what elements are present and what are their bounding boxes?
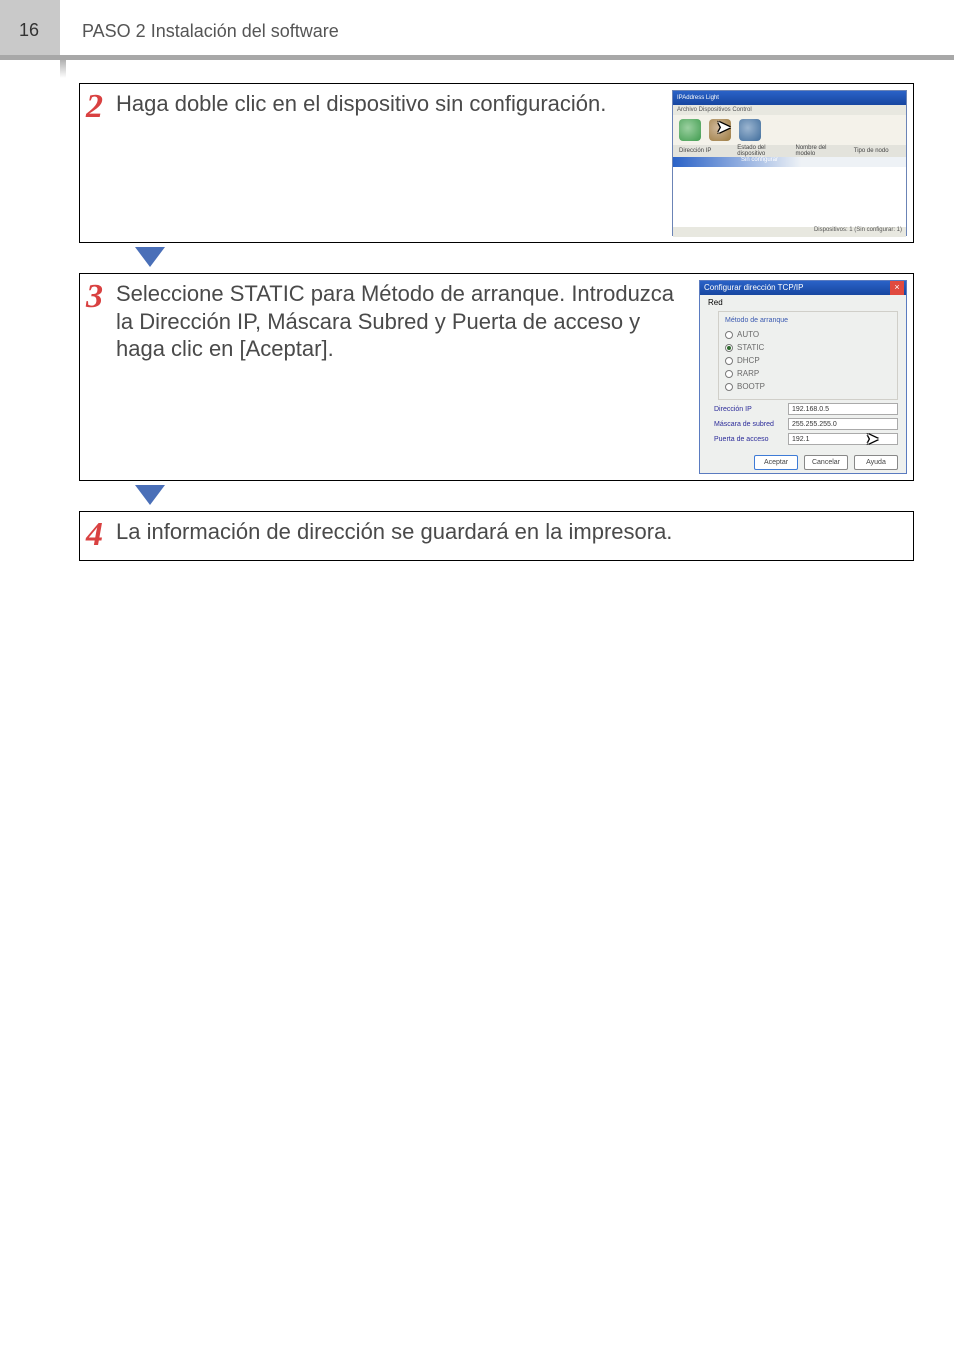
header-rule bbox=[0, 55, 954, 60]
radio-static[interactable]: STATIC bbox=[725, 341, 891, 354]
ip-label: Dirección IP bbox=[714, 406, 788, 413]
radio-auto[interactable]: AUTO bbox=[725, 328, 891, 341]
mask-input[interactable]: 255.255.255.0 bbox=[788, 418, 898, 430]
cursor-icon: ➤ bbox=[716, 117, 731, 138]
dialog-close-icon[interactable]: × bbox=[890, 281, 904, 295]
cursor-icon: ➤ bbox=[866, 434, 879, 446]
down-arrow-icon bbox=[135, 485, 165, 507]
step-2-num: 2 bbox=[80, 84, 116, 126]
content: 2 Haga doble clic en el dispositivo sin … bbox=[79, 83, 914, 561]
mask-row: Máscara de subred 255.255.255.0 bbox=[714, 418, 898, 430]
radio-dhcp[interactable]: DHCP bbox=[725, 354, 891, 367]
tab-shadow bbox=[60, 58, 66, 78]
arrow-sep-1 bbox=[79, 243, 914, 273]
accept-button[interactable]: Aceptar bbox=[754, 455, 798, 470]
step-2-thumb-wrap: IPAddress Light Archivo Dispositivos Con… bbox=[666, 84, 913, 242]
toolbar-refresh-icon bbox=[679, 119, 701, 141]
app-toolbar bbox=[673, 115, 906, 145]
gw-row: Puerta de acceso 192.1➤ bbox=[714, 433, 898, 445]
radio-bootp[interactable]: BOOTP bbox=[725, 380, 891, 393]
page-number: 16 bbox=[19, 20, 39, 41]
step-4-num: 4 bbox=[80, 512, 116, 554]
tcpip-dialog: Configurar dirección TCP/IP × Red Método… bbox=[699, 280, 907, 474]
step-2-text: Haga doble clic en el dispositivo sin co… bbox=[116, 84, 666, 128]
fieldset-legend: Método de arranque bbox=[725, 316, 891, 326]
app-status: Dispositivos: 1 (Sin configurar: 1) bbox=[673, 227, 906, 237]
app-title: IPAddress Light bbox=[673, 91, 906, 105]
dialog-buttons: Aceptar Cancelar Ayuda bbox=[700, 455, 898, 470]
app-columns: Dirección IP Estado del dispositivo Nomb… bbox=[673, 145, 906, 157]
cancel-button[interactable]: Cancelar bbox=[804, 455, 848, 470]
down-arrow-icon bbox=[135, 247, 165, 269]
step-4-text: La información de dirección se guardará … bbox=[116, 512, 913, 556]
step-3-thumb-wrap: Configurar dirección TCP/IP × Red Método… bbox=[693, 274, 913, 480]
app-thumbnail: IPAddress Light Archivo Dispositivos Con… bbox=[672, 90, 907, 236]
gw-input[interactable]: 192.1➤ bbox=[788, 433, 898, 445]
help-button[interactable]: Ayuda bbox=[854, 455, 898, 470]
step-3-num: 3 bbox=[80, 274, 116, 316]
step-4-box: 4 La información de dirección se guardar… bbox=[79, 511, 914, 561]
ip-input[interactable]: 192.168.0.5 bbox=[788, 403, 898, 415]
arrow-sep-2 bbox=[79, 481, 914, 511]
app-body bbox=[673, 167, 906, 227]
col1: Dirección IP bbox=[673, 148, 731, 154]
dialog-title: Configurar dirección TCP/IP bbox=[700, 281, 906, 295]
boot-method-fieldset: Método de arranque AUTO STATIC DHCP RARP… bbox=[718, 311, 898, 400]
step-3-text: Seleccione STATIC para Método de arranqu… bbox=[116, 274, 693, 373]
toolbar-info-icon bbox=[739, 119, 761, 141]
col2: Estado del dispositivo bbox=[731, 145, 789, 157]
col3: Nombre del modelo bbox=[790, 145, 848, 157]
step-3-box: 3 Seleccione STATIC para Método de arran… bbox=[79, 273, 914, 481]
gw-label: Puerta de acceso bbox=[714, 436, 788, 443]
col4: Tipo de nodo bbox=[848, 148, 906, 154]
step-2-box: 2 Haga doble clic en el dispositivo sin … bbox=[79, 83, 914, 243]
mask-label: Máscara de subred bbox=[714, 421, 788, 428]
app-menu: Archivo Dispositivos Control bbox=[673, 105, 906, 115]
header-title: PASO 2 Instalación del software bbox=[82, 21, 339, 42]
red-label: Red bbox=[708, 298, 906, 307]
radio-rarp[interactable]: RARP bbox=[725, 367, 891, 380]
ip-row: Dirección IP 192.168.0.5 bbox=[714, 403, 898, 415]
selected-row: Sin configurar bbox=[673, 157, 906, 167]
